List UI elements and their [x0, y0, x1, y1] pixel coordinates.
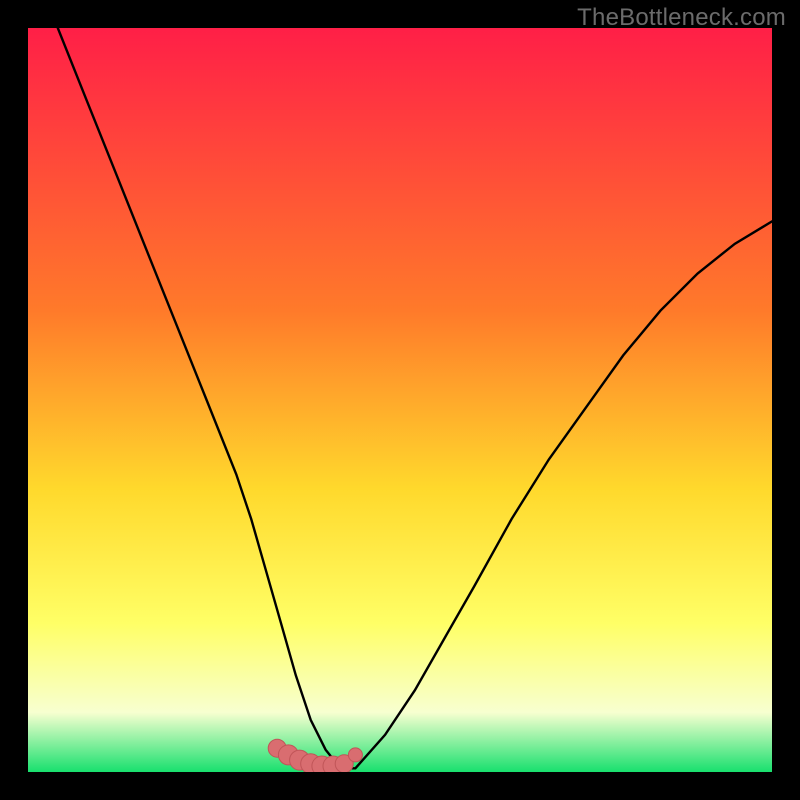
gradient-background — [28, 28, 772, 772]
optimal-marker — [348, 748, 362, 762]
plot-area — [28, 28, 772, 772]
chart-frame: TheBottleneck.com — [0, 0, 800, 800]
bottleneck-chart — [28, 28, 772, 772]
